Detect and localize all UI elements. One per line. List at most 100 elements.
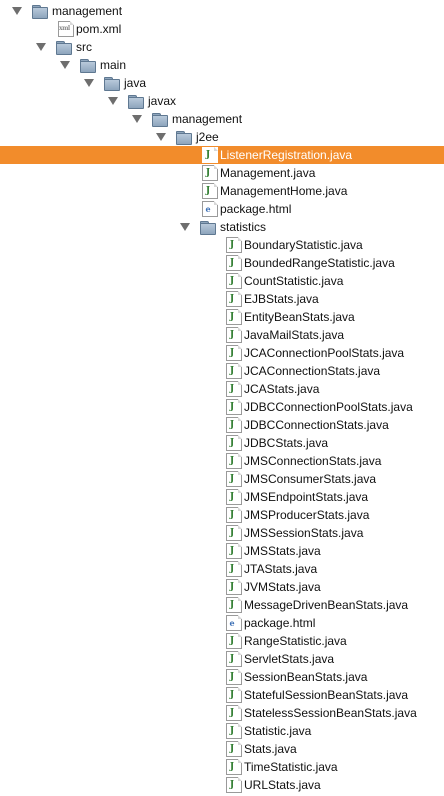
java-file-icon: J — [226, 381, 242, 397]
html-file-icon: e — [202, 201, 218, 217]
java-file-icon: J — [202, 165, 218, 181]
tree-file-row[interactable]: J JavaMailStats.java — [0, 326, 444, 344]
tree-file-row[interactable]: J RangeStatistic.java — [0, 632, 444, 650]
tree-file-row[interactable]: J CountStatistic.java — [0, 272, 444, 290]
html-file-icon: e — [226, 615, 242, 631]
disclosure-expanded-icon[interactable] — [108, 97, 118, 105]
java-file-icon: J — [226, 417, 242, 433]
java-file-icon: J — [226, 363, 242, 379]
folder-icon — [80, 57, 96, 73]
tree-file-row[interactable]: J JDBCConnectionPoolStats.java — [0, 398, 444, 416]
tree-file-row[interactable]: J JMSConnectionStats.java — [0, 452, 444, 470]
java-file-icon: J — [226, 687, 242, 703]
disclosure-expanded-icon[interactable] — [180, 223, 190, 231]
tree-item-label: JMSStats.java — [244, 544, 321, 558]
java-file-icon: J — [226, 777, 242, 793]
tree-file-row[interactable]: J JVMStats.java — [0, 578, 444, 596]
tree-item-label: JMSConnectionStats.java — [244, 454, 382, 468]
tree-item-label: JVMStats.java — [244, 580, 321, 594]
java-file-icon: J — [226, 507, 242, 523]
tree-file-row[interactable]: J JDBCStats.java — [0, 434, 444, 452]
tree-item-label: java — [124, 76, 147, 90]
disclosure-expanded-icon[interactable] — [84, 79, 94, 87]
tree-folder-row[interactable]: java — [0, 74, 444, 92]
java-file-icon: J — [226, 633, 242, 649]
tree-file-row[interactable]: J TimeStatistic.java — [0, 758, 444, 776]
tree-file-row[interactable]: J JMSStats.java — [0, 542, 444, 560]
tree-item-label: RangeStatistic.java — [244, 634, 347, 648]
java-file-icon: J — [226, 255, 242, 271]
tree-item-label: JavaMailStats.java — [244, 328, 345, 342]
java-file-icon: J — [226, 669, 242, 685]
tree-file-row[interactable]: J JTAStats.java — [0, 560, 444, 578]
tree-item-label: JDBCConnectionPoolStats.java — [244, 400, 413, 414]
java-file-icon: J — [226, 741, 242, 757]
tree-folder-row[interactable]: javax — [0, 92, 444, 110]
tree-file-row[interactable]: J SessionBeanStats.java — [0, 668, 444, 686]
tree-folder-row[interactable]: management — [0, 110, 444, 128]
tree-file-row[interactable]: J StatelessSessionBeanStats.java — [0, 704, 444, 722]
tree-file-row[interactable]: J JCAConnectionStats.java — [0, 362, 444, 380]
tree-file-row[interactable]: J JMSEndpointStats.java — [0, 488, 444, 506]
tree-item-label: EntityBeanStats.java — [244, 310, 355, 324]
tree-file-row[interactable]: e package.html — [0, 614, 444, 632]
java-file-icon: J — [226, 705, 242, 721]
tree-file-row[interactable]: J StatefulSessionBeanStats.java — [0, 686, 444, 704]
tree-file-row[interactable]: J ListenerRegistration.java — [0, 146, 444, 164]
tree-file-row[interactable]: J JMSConsumerStats.java — [0, 470, 444, 488]
java-file-icon: J — [202, 147, 218, 163]
xml-file-icon: xml — [58, 21, 74, 37]
disclosure-expanded-icon[interactable] — [156, 133, 166, 141]
folder-icon — [104, 75, 120, 91]
tree-folder-row[interactable]: src — [0, 38, 444, 56]
tree-item-label: package.html — [244, 616, 316, 630]
tree-file-row[interactable]: J ManagementHome.java — [0, 182, 444, 200]
tree-item-label: Stats.java — [244, 742, 297, 756]
tree-file-row[interactable]: xml pom.xml — [0, 20, 444, 38]
java-file-icon: J — [226, 471, 242, 487]
tree-folder-row[interactable]: j2ee — [0, 128, 444, 146]
tree-item-label: MessageDrivenBeanStats.java — [244, 598, 409, 612]
tree-file-row[interactable]: J URLStats.java — [0, 776, 444, 794]
tree-folder-row[interactable]: statistics — [0, 218, 444, 236]
tree-file-row[interactable]: J Stats.java — [0, 740, 444, 758]
tree-item-label: javax — [148, 94, 177, 108]
tree-folder-row[interactable]: management — [0, 2, 444, 20]
tree-item-label: ListenerRegistration.java — [220, 148, 353, 162]
tree-file-row[interactable]: J BoundaryStatistic.java — [0, 236, 444, 254]
disclosure-expanded-icon[interactable] — [12, 7, 22, 15]
tree-item-label: JDBCConnectionStats.java — [244, 418, 389, 432]
tree-folder-row[interactable]: main — [0, 56, 444, 74]
tree-item-label: JCAStats.java — [244, 382, 320, 396]
tree-item-label: StatefulSessionBeanStats.java — [244, 688, 409, 702]
tree-item-label: management — [172, 112, 243, 126]
tree-file-row[interactable]: J BoundedRangeStatistic.java — [0, 254, 444, 272]
tree-file-row[interactable]: J JMSSessionStats.java — [0, 524, 444, 542]
tree-file-row[interactable]: J Management.java — [0, 164, 444, 182]
disclosure-expanded-icon[interactable] — [60, 61, 70, 69]
java-file-icon: J — [226, 543, 242, 559]
file-tree: management xml pom.xml src main java javax mana… — [0, 2, 444, 794]
disclosure-expanded-icon[interactable] — [132, 115, 142, 123]
tree-item-label: CountStatistic.java — [244, 274, 344, 288]
tree-file-row[interactable]: e package.html — [0, 200, 444, 218]
folder-icon — [56, 39, 72, 55]
tree-file-row[interactable]: J EntityBeanStats.java — [0, 308, 444, 326]
tree-file-row[interactable]: J Statistic.java — [0, 722, 444, 740]
tree-item-label: JCAConnectionPoolStats.java — [244, 346, 405, 360]
folder-icon — [32, 3, 48, 19]
disclosure-expanded-icon[interactable] — [36, 43, 46, 51]
tree-file-row[interactable]: J JMSProducerStats.java — [0, 506, 444, 524]
tree-file-row[interactable]: J JDBCConnectionStats.java — [0, 416, 444, 434]
tree-item-label: ManagementHome.java — [220, 184, 348, 198]
tree-file-row[interactable]: J ServletStats.java — [0, 650, 444, 668]
tree-file-row[interactable]: J EJBStats.java — [0, 290, 444, 308]
tree-file-row[interactable]: J JCAStats.java — [0, 380, 444, 398]
tree-item-label: JMSConsumerStats.java — [244, 472, 377, 486]
java-file-icon: J — [226, 327, 242, 343]
tree-file-row[interactable]: J MessageDrivenBeanStats.java — [0, 596, 444, 614]
tree-item-label: URLStats.java — [244, 778, 321, 792]
tree-file-row[interactable]: J JCAConnectionPoolStats.java — [0, 344, 444, 362]
tree-item-label: JMSSessionStats.java — [244, 526, 364, 540]
tree-item-label: JTAStats.java — [244, 562, 318, 576]
